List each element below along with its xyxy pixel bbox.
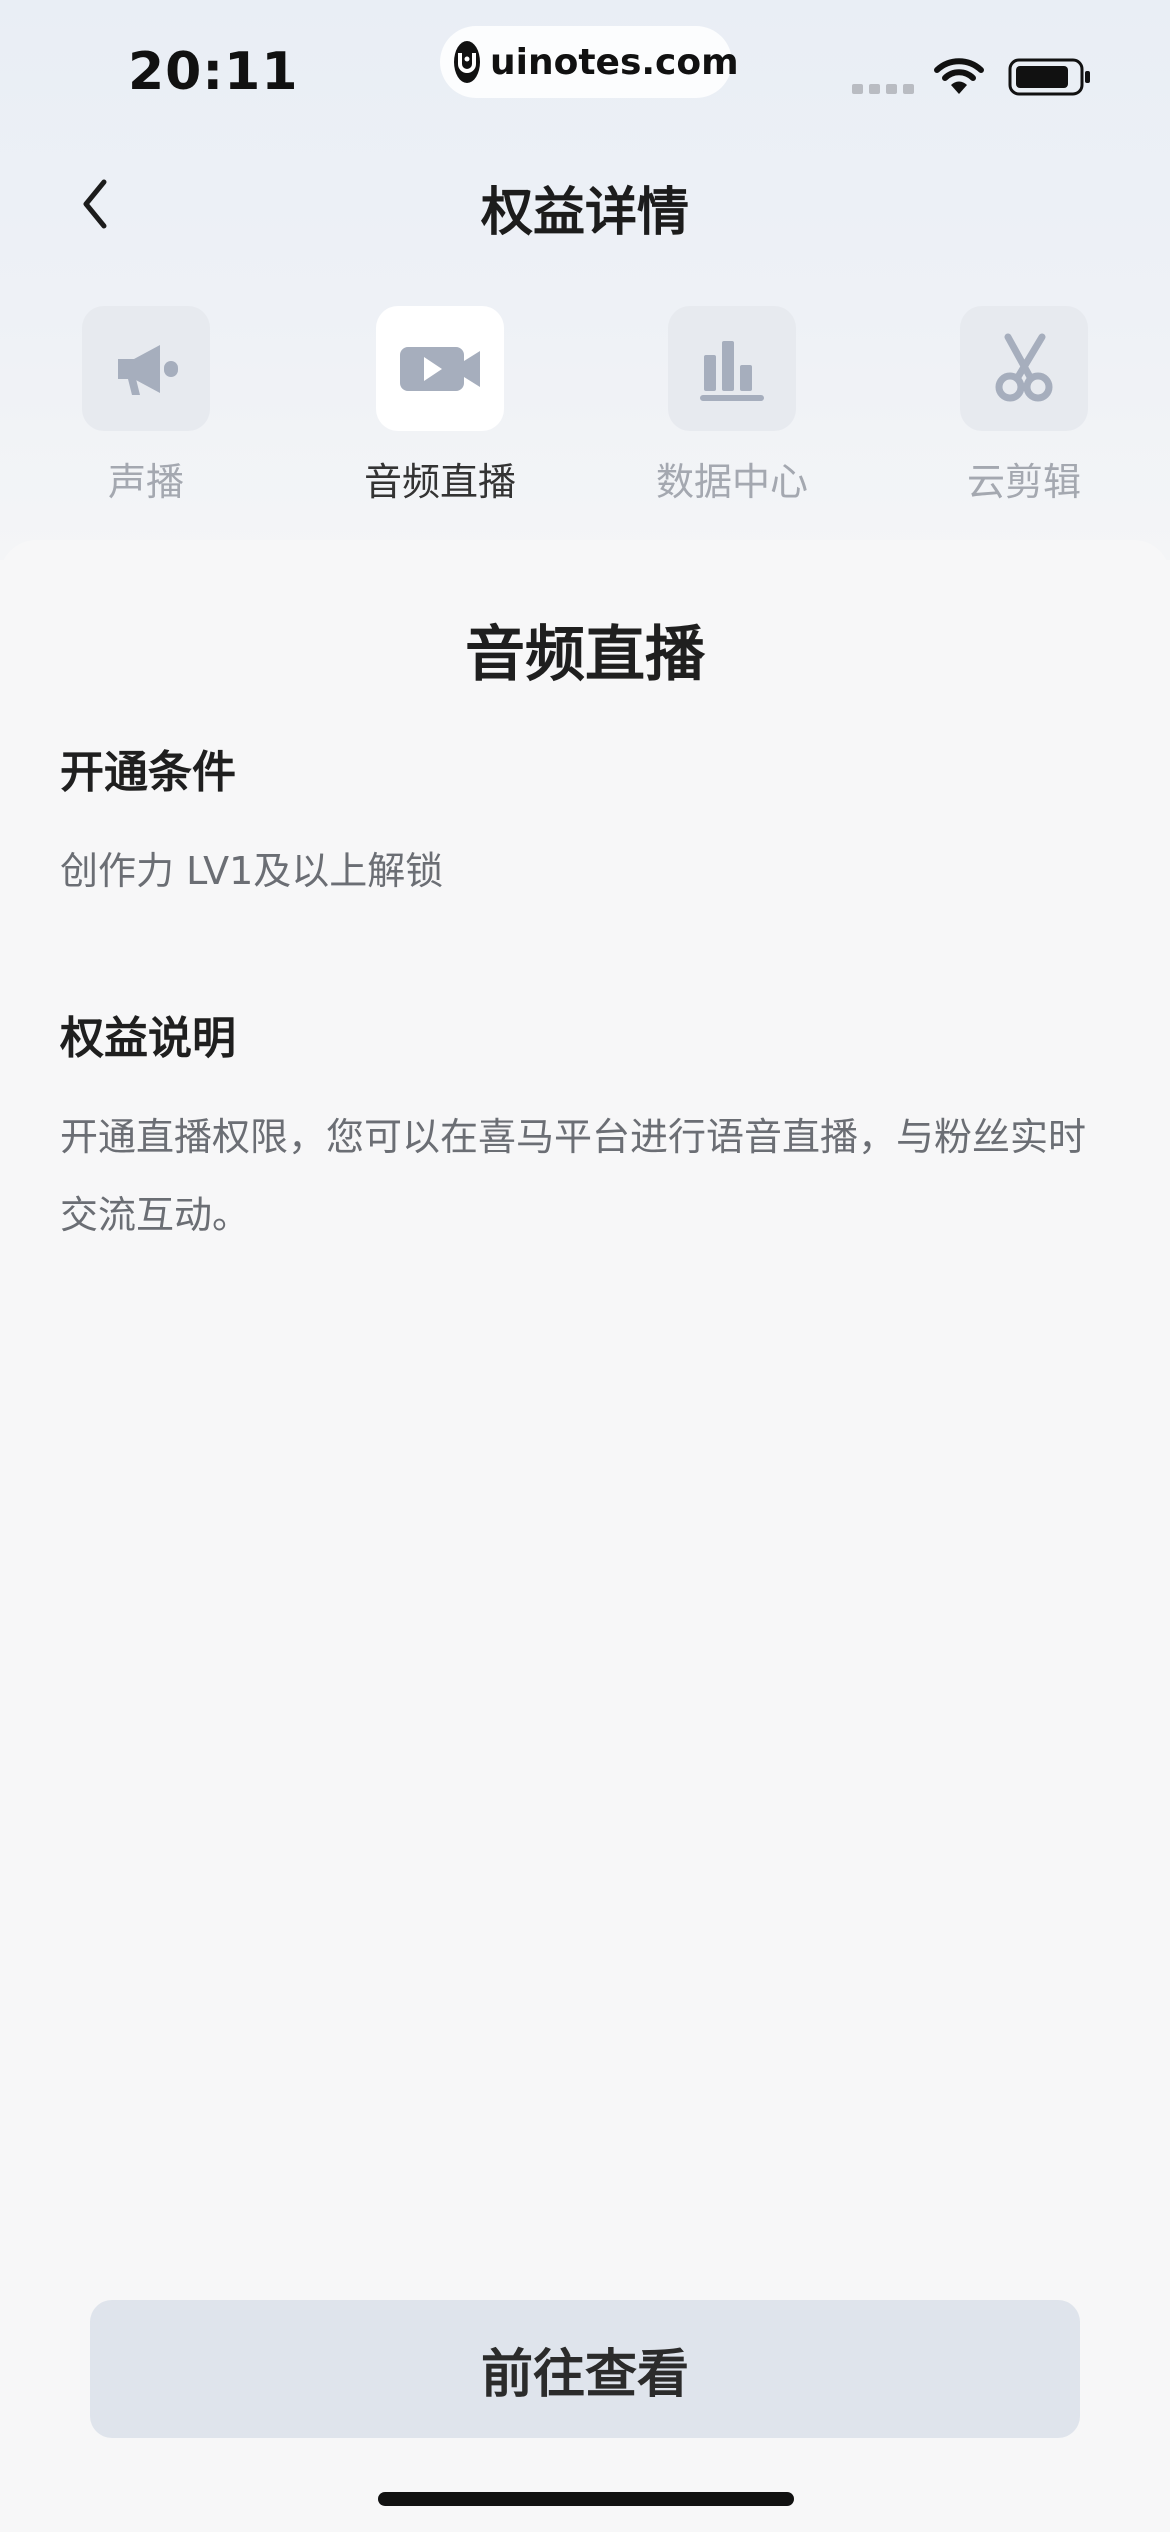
conditions-heading: 开通条件 — [60, 747, 236, 798]
home-indicator — [378, 2492, 794, 2506]
tab-label: 数据中心 — [655, 460, 808, 504]
site-logo-icon — [454, 41, 480, 83]
tab-voice-broadcast[interactable]: 声播 — [26, 306, 266, 506]
scissors-icon — [995, 333, 1053, 401]
tab-audio-live[interactable]: 音频直播 — [320, 306, 560, 506]
tab-data-center[interactable]: 数据中心 — [612, 306, 852, 506]
bar-chart-icon — [700, 340, 764, 401]
page-title: 权益详情 — [480, 183, 689, 243]
conditions-text: 创作力 LV1及以上解锁 — [60, 849, 444, 893]
tab-label: 云剪辑 — [966, 460, 1081, 504]
wifi-icon — [934, 58, 984, 94]
url-pill: uinotes.com — [440, 26, 739, 98]
megaphone-icon — [118, 344, 178, 395]
description-heading: 权益说明 — [60, 1013, 236, 1064]
tab-label: 声播 — [107, 460, 184, 504]
description-text: 开通直播权限，您可以在喜马平台进行语音直播，与粉丝实时交流互动。 — [60, 1115, 1087, 1237]
status-time: 20:11 — [128, 42, 299, 102]
tab-label: 音频直播 — [363, 460, 516, 504]
tab-cloud-editing[interactable]: 云剪辑 — [904, 306, 1144, 506]
url-text: uinotes.com — [490, 41, 739, 83]
video-play-icon — [400, 346, 480, 391]
battery-icon — [1008, 58, 1090, 96]
detail-title: 音频直播 — [465, 620, 705, 690]
cellular-signal-icon — [852, 84, 914, 94]
go-view-button[interactable]: 前往查看 — [90, 2300, 1080, 2438]
